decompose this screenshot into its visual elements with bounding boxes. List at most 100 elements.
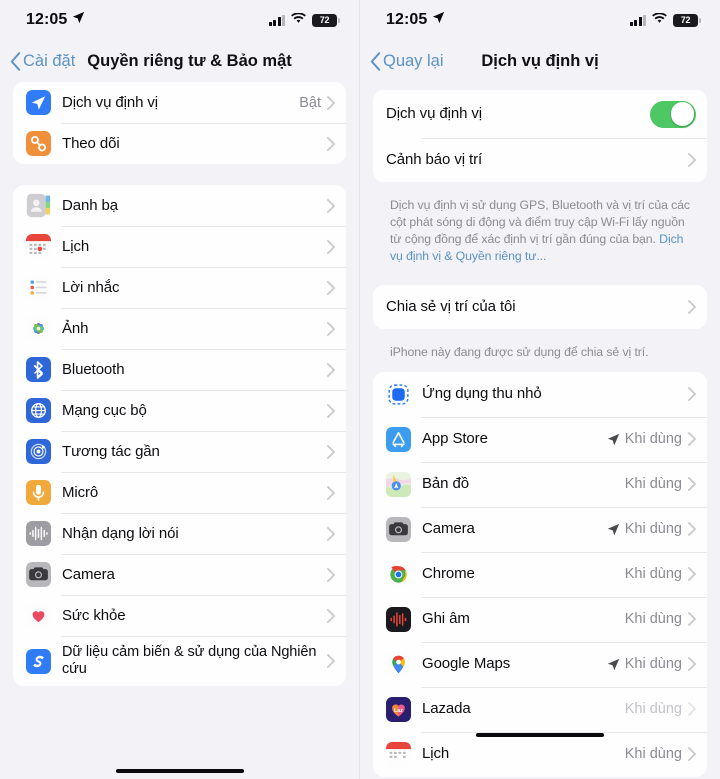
speech-recognition-icon [26, 521, 51, 546]
health-icon [26, 603, 51, 628]
row-label: Ghi âm [422, 610, 470, 628]
row-label: Lịch [62, 237, 90, 255]
row-contacts[interactable]: Danh bạ [13, 185, 346, 226]
chevron-right-icon [688, 612, 696, 627]
voice-memos-icon [386, 606, 411, 632]
row-share-my-location[interactable]: Chia sẻ vị trí của tôi [373, 284, 707, 329]
calendar-icon [386, 741, 411, 767]
contacts-icon [26, 193, 51, 218]
status-bar-right-group: 72 [268, 11, 340, 29]
row-microphone[interactable]: Micrô [13, 472, 346, 513]
clock-time: 12:05 [386, 11, 428, 28]
row-label: Ứng dụng thu nhỏ [422, 385, 542, 403]
clock-time: 12:05 [26, 11, 68, 28]
toggle-label: Dịch vụ định vị [386, 105, 483, 122]
chevron-left-icon [370, 51, 381, 71]
chevron-right-icon [327, 444, 335, 459]
row-value: Khi dùng [624, 476, 682, 493]
row-label: Bản đồ [422, 475, 469, 493]
row-app-store[interactable]: App Store Khi dùng [373, 416, 707, 462]
row-label: Micrô [62, 483, 99, 501]
row-speech-recognition[interactable]: Nhận dạng lời nói [13, 513, 346, 554]
chevron-right-icon [327, 403, 335, 418]
location-arrow-icon [607, 523, 619, 536]
camera-icon [386, 516, 411, 542]
left-phone-screen: 12:05 72 Cài đặt Quyền riêng tư & Bảo mậ… [0, 0, 360, 779]
location-arrow-icon [72, 11, 85, 29]
row-chrome[interactable]: Chrome Khi dùng [373, 551, 707, 597]
maps-icon [386, 471, 411, 497]
location-arrow-icon [607, 433, 619, 446]
row-calendar[interactable]: Lịch [13, 226, 346, 267]
location-services-card: Dịch vụ định vị Cảnh báo vị trí [373, 90, 707, 182]
row-research-sensor-data[interactable]: Dữ liệu cảm biến & sử dụng của Nghiên cứ… [13, 636, 346, 686]
footnote-text: Dịch vụ định vị sử dụng GPS, Bluetooth v… [390, 198, 690, 246]
row-label: App Store [422, 430, 488, 448]
back-button-settings[interactable]: Cài đặt [10, 52, 75, 71]
row-reminders[interactable]: Lời nhắc [13, 267, 346, 308]
photos-icon [26, 316, 51, 341]
row-value: Khi dùng [624, 656, 682, 673]
chevron-right-icon [327, 608, 335, 623]
row-location-services[interactable]: Dịch vụ định vị Bật [13, 82, 346, 123]
row-lazada[interactable]: Laz Lazada Khi dùng [373, 686, 707, 732]
app-clips-icon [386, 381, 411, 407]
chrome-icon [386, 561, 411, 587]
row-label: Theo dõi [62, 134, 120, 152]
chevron-right-icon [327, 485, 335, 500]
privacy-group-2: Danh bạ Lịch Lời nhắc Ảnh Bluetooth Mạng… [13, 185, 346, 686]
chevron-right-icon [688, 747, 696, 762]
row-health[interactable]: Sức khỏe [13, 595, 346, 636]
back-button-previous[interactable]: Quay lại [370, 52, 444, 71]
local-network-icon [26, 398, 51, 423]
row-bluetooth[interactable]: Bluetooth [13, 349, 346, 390]
row-label: Tương tác gần [62, 442, 160, 460]
nav-bar-right: Quay lại Dịch vụ định vị [360, 40, 720, 82]
row-app-clips[interactable]: Ứng dụng thu nhỏ [373, 371, 707, 417]
chevron-right-icon [688, 387, 696, 402]
row-location-alerts[interactable]: Cảnh báo vị trí [373, 138, 707, 182]
back-button-label: Cài đặt [23, 51, 76, 70]
row-value: Khi dùng [624, 521, 682, 538]
row-label: Sức khỏe [62, 606, 126, 624]
row-google-maps[interactable]: Google Maps Khi dùng [373, 641, 707, 687]
row-voice-memos[interactable]: Ghi âm Khi dùng [373, 596, 707, 642]
chevron-right-icon [327, 526, 335, 541]
chevron-right-icon [327, 654, 335, 668]
location-services-toggle[interactable] [650, 100, 696, 128]
status-bar-left-group: 12:05 [26, 11, 85, 29]
row-label: Lịch [422, 745, 450, 763]
chevron-right-icon [688, 522, 696, 537]
row-photos[interactable]: Ảnh [13, 308, 346, 349]
battery-icon: 72 [312, 13, 340, 27]
status-bar-left-group: 12:05 [386, 11, 445, 29]
svg-text:Laz: Laz [394, 708, 403, 714]
left-content: Dịch vụ định vị Bật Theo dõi Danh bạ Lịc… [0, 82, 359, 686]
chevron-right-icon [327, 136, 335, 151]
row-camera[interactable]: Camera [13, 554, 346, 595]
row-tracking[interactable]: Theo dõi [13, 123, 346, 164]
row-label: Cảnh báo vị trí [386, 151, 483, 168]
row-label: Mạng cục bộ [62, 401, 147, 419]
row-label: Nhận dạng lời nói [62, 524, 179, 542]
row-location-services-toggle[interactable]: Dịch vụ định vị [373, 90, 707, 138]
privacy-group-1: Dịch vụ định vị Bật Theo dõi [13, 82, 346, 164]
row-label: Dịch vụ định vị [62, 93, 159, 111]
row-camera[interactable]: Camera Khi dùng [373, 506, 707, 552]
chevron-right-icon [327, 280, 335, 295]
right-phone-screen: 12:05 72 Quay lại Dịch vụ định vị Dịch v… [360, 0, 720, 779]
row-calendar[interactable]: Lịch Khi dùng [373, 731, 707, 777]
battery-percent: 72 [680, 15, 691, 25]
right-content: Dịch vụ định vị Cảnh báo vị trí Dịch vụ … [360, 82, 720, 777]
row-maps[interactable]: Bản đồ Khi dùng [373, 461, 707, 507]
chevron-right-icon [688, 432, 696, 447]
row-nearby-interactions[interactable]: Tương tác gần [13, 431, 346, 472]
status-bar-left: 12:05 72 [0, 0, 359, 40]
lazada-icon: Laz [386, 696, 411, 722]
row-local-network[interactable]: Mạng cục bộ [13, 390, 346, 431]
location-arrow-icon [607, 658, 619, 671]
research-sensor-icon [26, 648, 51, 674]
chevron-right-icon [688, 702, 696, 717]
row-label: Chrome [422, 565, 475, 583]
chevron-right-icon [327, 95, 335, 110]
